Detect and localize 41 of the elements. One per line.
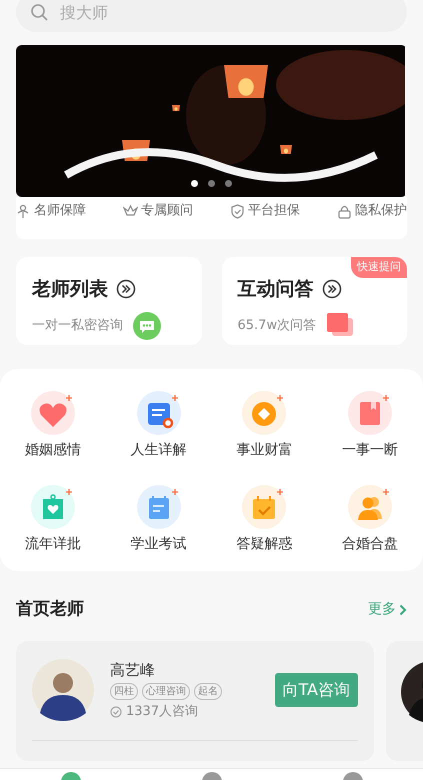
tag-label: 起名: [194, 683, 222, 700]
category-link[interactable]: 合婚合盘: [342, 534, 398, 555]
entry-subtitle: 65.7w次问答: [238, 316, 316, 335]
shield-icon: [230, 204, 245, 219]
entry-card[interactable]: 互动问答 65.7w次问答 快速提问: [222, 257, 407, 345]
category-link[interactable]: 人生详解: [130, 440, 187, 461]
calendar-icon: [134, 483, 183, 531]
search-field[interactable]: 搜大师: [16, 0, 407, 32]
entry-subtitle: 一对一私密咨询: [32, 316, 123, 335]
document-icon: [134, 389, 183, 437]
teacher-card[interactable]: 高艺峰 四柱 心理咨询 起名 1337人咨询 向TA咨询: [16, 640, 374, 760]
category-link[interactable]: 一事一断: [342, 440, 398, 461]
check-circle-icon: [110, 706, 122, 718]
tag-label: 四柱: [110, 683, 138, 700]
guarantee-label: 名师保障: [34, 202, 86, 220]
consult-count: 1337人咨询: [126, 703, 198, 721]
category-link[interactable]: 事业财富: [236, 440, 292, 461]
guarantee-label: 专属顾问: [141, 202, 193, 220]
calendar-check-icon: [240, 483, 288, 531]
guarantee-label: 平台担保: [248, 202, 300, 220]
guarantee-label: 隐私保护: [355, 202, 407, 220]
book-icon: [346, 389, 394, 437]
chat-icon: [133, 312, 161, 340]
section-title: 首页老师: [16, 598, 84, 621]
double-chevron-icon: [322, 279, 342, 300]
people-icon: [346, 483, 394, 531]
tag-label: 心理咨询: [142, 683, 190, 700]
teacher-name: 高艺峰: [110, 660, 156, 680]
chevron-right-icon: [399, 604, 407, 616]
lock-icon: [337, 204, 352, 219]
category-link[interactable]: 学业考试: [130, 534, 187, 555]
category-link[interactable]: 婚姻感情: [24, 440, 81, 461]
entry-title: 老师列表: [32, 277, 108, 302]
entry-card[interactable]: 老师列表 一对一私密咨询: [16, 257, 202, 345]
entry-title: 互动问答: [238, 277, 314, 302]
category-link[interactable]: 流年详批: [24, 534, 81, 555]
coin-icon: [240, 389, 288, 437]
double-chevron-icon: [116, 279, 136, 300]
person-icon: [16, 204, 31, 219]
avatar-icon: [32, 659, 94, 721]
category-link[interactable]: 答疑解惑: [236, 534, 292, 555]
